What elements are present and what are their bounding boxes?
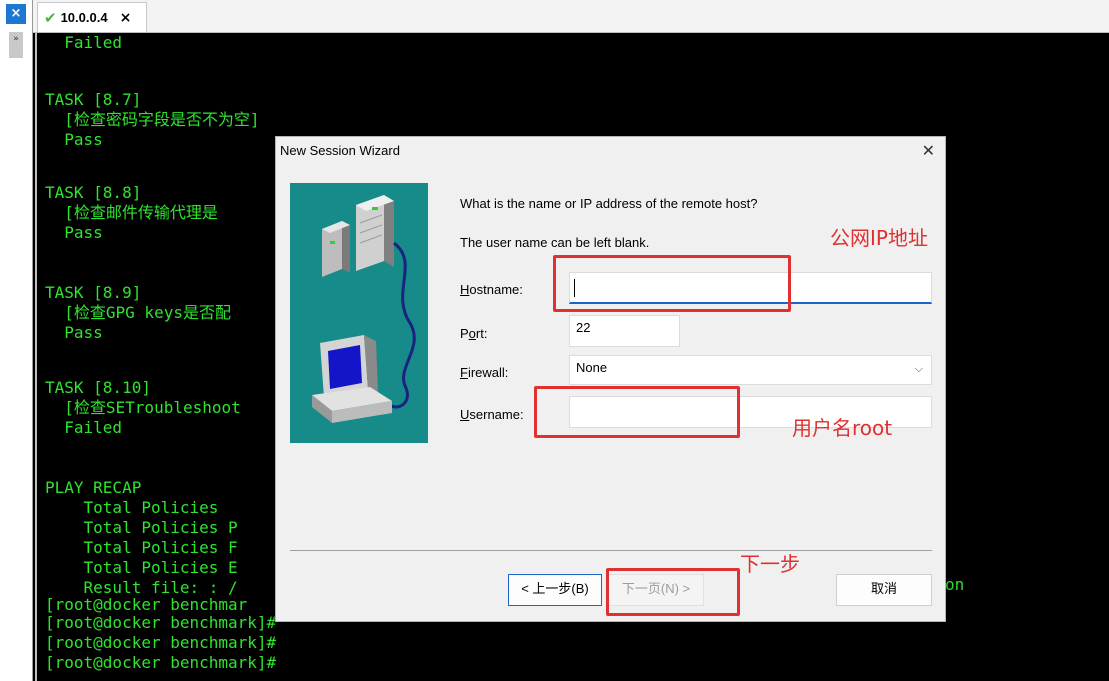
host-question: What is the name or IP address of the re… — [460, 196, 758, 211]
terminal-line: Total Policies — [45, 498, 219, 517]
terminal-line: [检查密码字段是否不为空] — [45, 110, 260, 129]
tab-bar: ✔ 10.0.0.4 × — [33, 0, 1109, 33]
terminal-line: TASK [8.8] — [45, 183, 142, 202]
terminal-line: [root@docker benchmark]# — [45, 613, 277, 632]
terminal-line: Total Policies E — [45, 558, 238, 577]
firewall-select[interactable]: None ⌵ — [569, 355, 932, 385]
port-label-accesskey: o — [468, 326, 476, 341]
side-strip: × » — [0, 0, 32, 681]
hostname-label: Hostname: — [460, 282, 523, 297]
username-note: The user name can be left blank. — [460, 235, 650, 250]
hostname-label-accesskey: H — [460, 282, 470, 297]
new-session-wizard-dialog: New Session Wizard ✕ What is the name or… — [275, 136, 946, 622]
firewall-label: Firewall: — [460, 365, 508, 380]
hostname-label-text: ostname: — [469, 282, 523, 297]
dialog-close-icon[interactable]: ✕ — [922, 141, 935, 160]
terminal-line: Total Policies P — [45, 518, 238, 537]
firewall-label-accesskey: F — [460, 365, 468, 380]
username-annotation: 用户名root — [792, 416, 893, 440]
dialog-title: New Session Wizard — [280, 143, 400, 158]
hostname-highlight-box — [553, 255, 791, 312]
terminal-line: Pass — [45, 130, 103, 149]
port-label: Port: — [460, 326, 487, 341]
terminal-line: TASK [8.9] — [45, 283, 142, 302]
cancel-button[interactable]: 取消 — [836, 574, 932, 606]
button-separator — [290, 550, 932, 551]
terminal-line: [root@docker benchmar — [45, 595, 248, 614]
server-icon — [322, 195, 394, 277]
terminal-line: Total Policies F — [45, 538, 238, 557]
next-highlight-box — [606, 568, 740, 616]
terminal-line: [root@docker benchmark]# — [45, 653, 277, 672]
terminal-line: Pass — [45, 223, 103, 242]
terminal-line: Failed — [45, 33, 123, 52]
username-label-accesskey: U — [460, 407, 470, 422]
username-label-text: sername: — [469, 407, 524, 422]
terminal-line: [检查GPG keys是否配 — [45, 303, 231, 322]
network-illustration — [290, 183, 428, 443]
close-icon[interactable]: × — [6, 4, 26, 24]
expand-chevron-icon[interactable]: » — [9, 32, 23, 58]
username-highlight-box — [534, 386, 740, 438]
terminal-line: PLAY RECAP — [45, 478, 142, 497]
terminal-line: TASK [8.10] — [45, 378, 151, 397]
firewall-value: None — [576, 360, 608, 375]
terminal-fragment: on — [945, 575, 965, 594]
tab-close-icon[interactable]: × — [120, 10, 132, 26]
hostname-annotation: 公网IP地址 — [830, 226, 928, 250]
terminal-border — [35, 33, 37, 681]
port-label-text: rt: — [475, 326, 488, 341]
terminal-line: Pass — [45, 323, 103, 342]
firewall-label-text: irewall: — [467, 365, 509, 380]
session-tab[interactable]: ✔ 10.0.0.4 × — [37, 2, 147, 32]
computer-icon — [312, 335, 392, 423]
terminal-line: TASK [8.7] — [45, 90, 142, 109]
tab-title: 10.0.0.4 — [60, 10, 108, 25]
chevron-down-icon: ⌵ — [914, 362, 923, 375]
terminal-line: [检查SETroubleshoot — [45, 398, 241, 417]
terminal-line: Failed — [45, 418, 123, 437]
next-annotation: 下一步 — [740, 552, 800, 576]
terminal-line: [root@docker benchmark]# — [45, 633, 277, 652]
port-value: 22 — [576, 320, 591, 335]
connected-check-icon: ✔ — [44, 8, 57, 27]
username-label: Username: — [460, 407, 524, 422]
back-button[interactable]: < 上一步(B) — [508, 574, 602, 606]
terminal-line: [检查邮件传输代理是 — [45, 203, 218, 222]
port-label-first: P — [460, 326, 469, 341]
port-input[interactable]: 22 — [569, 315, 680, 347]
